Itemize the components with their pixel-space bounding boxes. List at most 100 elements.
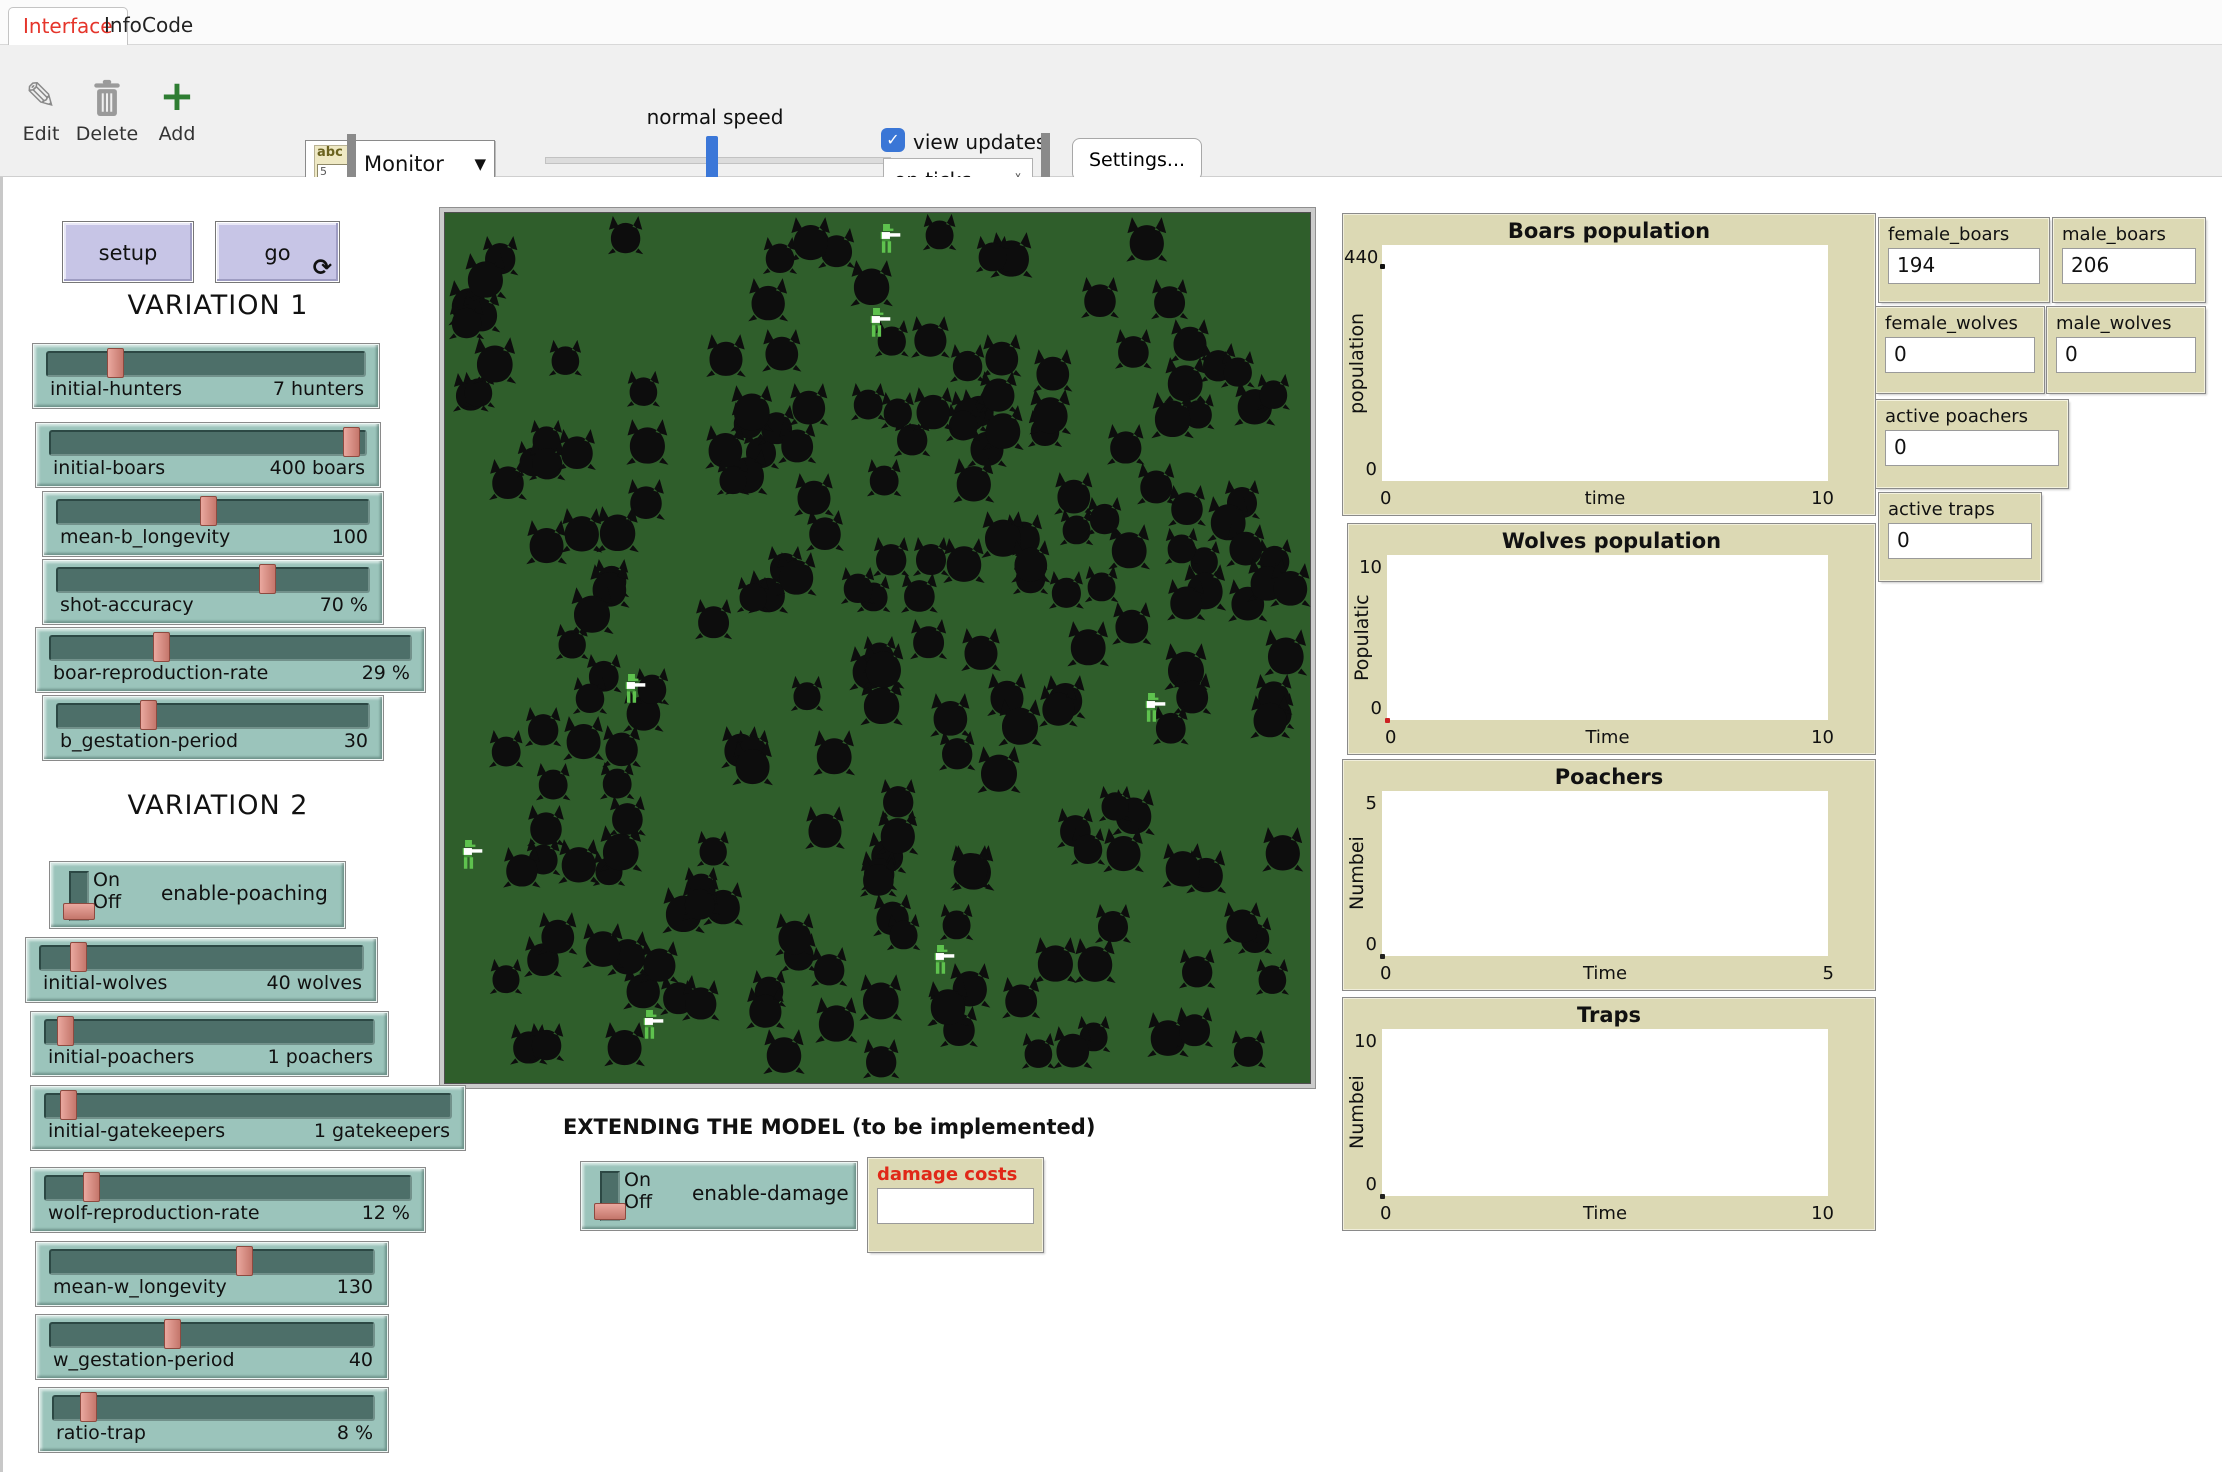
slider-b_gestation-period[interactable]: b_gestation-period30 (43, 696, 383, 760)
plot-x-axis-label: time (1382, 488, 1828, 509)
monitor-label: male_boars (2062, 224, 2196, 245)
switch-handle[interactable] (63, 903, 95, 920)
variation1-heading: VARIATION 1 (8, 290, 428, 321)
slider-handle[interactable] (164, 1319, 181, 1349)
slider-initial-gatekeepers[interactable]: initial-gatekeepers1 gatekeepers (31, 1086, 465, 1150)
monitor-value: 194 (1888, 248, 2040, 284)
plot-x-axis-label: Time (1387, 727, 1828, 748)
settings-button[interactable]: Settings... (1072, 138, 1202, 181)
boar-sprite (706, 334, 746, 377)
plot-x-max: 10 (1804, 727, 1834, 748)
slider-initial-poachers[interactable]: initial-poachers1 poachers (31, 1012, 388, 1076)
boar-sprite (1060, 509, 1093, 545)
slider-handle[interactable] (83, 1172, 100, 1202)
slider-handle[interactable] (70, 942, 87, 972)
plot-y-axis-label: Numbei (1346, 1029, 1368, 1196)
slider-track (49, 1322, 375, 1348)
boar-sprite (682, 980, 719, 1021)
slider-name: w_gestation-period (53, 1349, 235, 1371)
widget-type-label: Monitor (364, 152, 444, 176)
plot-y-max: 10 (1349, 557, 1382, 578)
boar-sprite (977, 746, 1020, 793)
plot-pen-point (1380, 264, 1385, 269)
boar-sprite (549, 340, 582, 376)
slider-handle[interactable] (107, 348, 124, 378)
boar-sprite (805, 806, 845, 849)
slider-handle[interactable] (153, 632, 170, 662)
slider-value: 130 (337, 1276, 373, 1298)
slider-wolf-reproduction-rate[interactable]: wolf-reproduction-rate12 % (31, 1168, 425, 1232)
slider-name: ratio-trap (56, 1422, 146, 1444)
setup-button[interactable]: setup (63, 222, 193, 282)
view-updates-checkbox[interactable]: ✓ (881, 128, 905, 152)
variation2-heading: VARIATION 2 (8, 790, 428, 821)
boar-sprite (570, 587, 613, 634)
boar-sprite (473, 337, 516, 383)
monitor-label: male_wolves (2056, 313, 2196, 334)
go-button[interactable]: go ⟳ (216, 222, 339, 282)
slider-handle[interactable] (200, 496, 217, 526)
boar-sprite (943, 538, 984, 583)
enable-damage-switch[interactable]: On Off enable-damage (581, 1162, 857, 1230)
switch-on-label: On (624, 1169, 651, 1191)
switch-handle[interactable] (594, 1203, 626, 1220)
boar-sprite (609, 796, 646, 836)
boar-sprite (1053, 1026, 1092, 1069)
delete-button[interactable]: Delete (72, 73, 142, 145)
boar-sprite (762, 329, 801, 372)
slider-handle[interactable] (60, 1090, 77, 1120)
slider-mean-w_longevity[interactable]: mean-w_longevity130 (36, 1242, 388, 1306)
boar-sprite (859, 974, 902, 1020)
slider-initial-boars[interactable]: initial-boars400 boars (36, 423, 380, 487)
enable-poaching-switch[interactable]: On Off enable-poaching (50, 862, 345, 928)
boar-sprite (1002, 977, 1040, 1018)
boar-sprite (563, 716, 604, 760)
slider-boar-reproduction-rate[interactable]: boar-reproduction-rate29 % (36, 628, 425, 692)
boar-sprite (881, 392, 915, 429)
boar-sprite (880, 779, 916, 818)
speed-slider-handle[interactable] (706, 136, 718, 183)
boar-sprite (1054, 472, 1093, 515)
slider-name: shot-accuracy (60, 594, 194, 616)
slider-handle[interactable] (140, 700, 157, 730)
slider-handle[interactable] (80, 1392, 97, 1422)
slider-handle[interactable] (236, 1246, 253, 1276)
slider-track (44, 1093, 452, 1119)
plot-y-min: 0 (1344, 934, 1377, 955)
tab-code[interactable]: Code (128, 7, 207, 44)
slider-name: initial-hunters (50, 378, 182, 400)
toolbar: ✎ Edit Delete + Add abc (0, 45, 2222, 177)
slider-w_gestation-period[interactable]: w_gestation-period40 (36, 1315, 388, 1379)
boar-sprite (627, 371, 660, 407)
slider-handle[interactable] (57, 1016, 74, 1046)
plot-y-axis-label: Populatic (1351, 555, 1373, 720)
slider-handle[interactable] (259, 564, 276, 594)
slider-handle[interactable] (343, 427, 360, 457)
slider-ratio-trap[interactable]: ratio-trap8 % (39, 1388, 388, 1452)
speed-slider-track[interactable] (545, 157, 891, 164)
boar-sprite (608, 216, 643, 254)
plot-x-max: 10 (1804, 1203, 1834, 1224)
plot-x-axis-label: Time (1382, 1203, 1828, 1224)
edit-button[interactable]: ✎ Edit (6, 73, 76, 145)
slider-name: wolf-reproduction-rate (48, 1202, 260, 1224)
add-button[interactable]: + Add (142, 73, 212, 145)
boar-sprite (913, 537, 949, 576)
boar-sprite (695, 599, 732, 639)
boar-sprite (1264, 629, 1307, 675)
speed-label: normal speed (560, 105, 870, 129)
boar-sprite (1107, 424, 1144, 465)
boar-sprite (604, 1022, 645, 1066)
slider-initial-hunters[interactable]: initial-hunters7 hunters (33, 344, 379, 408)
boar-sprite (911, 316, 950, 358)
plot-area (1382, 1029, 1828, 1196)
slider-mean-b_longevity[interactable]: mean-b_longevity100 (43, 492, 383, 556)
delete-label: Delete (72, 123, 142, 145)
slider-initial-wolves[interactable]: initial-wolves40 wolves (26, 938, 377, 1002)
monitor-label: female_wolves (1885, 313, 2035, 334)
boar-sprite (1153, 706, 1189, 745)
boar-sprite (1081, 277, 1119, 318)
slider-track (44, 1019, 375, 1045)
slider-shot-accuracy[interactable]: shot-accuracy70 % (43, 560, 383, 624)
monitor-label: active poachers (1885, 406, 2059, 427)
